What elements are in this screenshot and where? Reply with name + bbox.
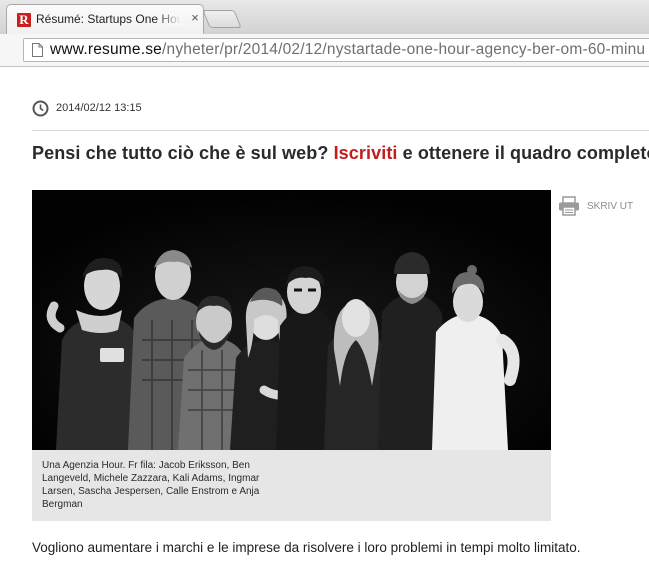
article-body: Vogliono aumentare i marchi e le imprese…	[32, 540, 581, 555]
tab-close-icon[interactable]: ×	[188, 11, 202, 25]
headline-text-before: Pensi che tutto ciò che è sul web?	[32, 143, 334, 163]
photo-caption-box: Una Agenzia Hour. Fr fila: Jacob Eriksso…	[32, 450, 551, 521]
divider	[32, 130, 649, 131]
printer-icon	[559, 196, 579, 216]
address-bar[interactable]: www.resume.se/nyheter/pr/2014/02/12/nyst…	[23, 38, 649, 62]
url-path: /nyheter/pr/2014/02/12/nystartade-one-ho…	[162, 41, 646, 58]
article-date: 2014/02/12 13:15	[56, 102, 142, 114]
back-icon[interactable]: ‹	[0, 41, 10, 59]
tab-strip: R Résumé: Startups One Hour ×	[0, 0, 649, 34]
url-domain: www.resume.se	[50, 41, 162, 58]
team-photo	[32, 190, 551, 450]
browser-toolbar: ‹ www.resume.se/nyheter/pr/2014/02/12/ny…	[0, 34, 649, 67]
subscribe-link[interactable]: Iscriviti	[334, 143, 398, 163]
photo-caption: Una Agenzia Hour. Fr fila: Jacob Eriksso…	[42, 460, 260, 510]
page-icon	[32, 43, 43, 57]
new-tab-button[interactable]	[202, 10, 242, 28]
resume-favicon-icon: R	[17, 13, 31, 27]
print-label: SKRIV UT	[587, 201, 634, 212]
browser-tab[interactable]: R Résumé: Startups One Hour ×	[6, 4, 204, 34]
headline-text-after: e ottenere il quadro completo	[397, 143, 649, 163]
clock-icon	[32, 100, 49, 117]
subscribe-headline: Pensi che tutto ciò che è sul web? Iscri…	[32, 143, 649, 164]
url-text[interactable]: www.resume.se/nyheter/pr/2014/02/12/nyst…	[50, 41, 645, 59]
team-photo-illustration	[32, 190, 551, 450]
tab-title: Résumé: Startups One Hour	[36, 12, 182, 26]
